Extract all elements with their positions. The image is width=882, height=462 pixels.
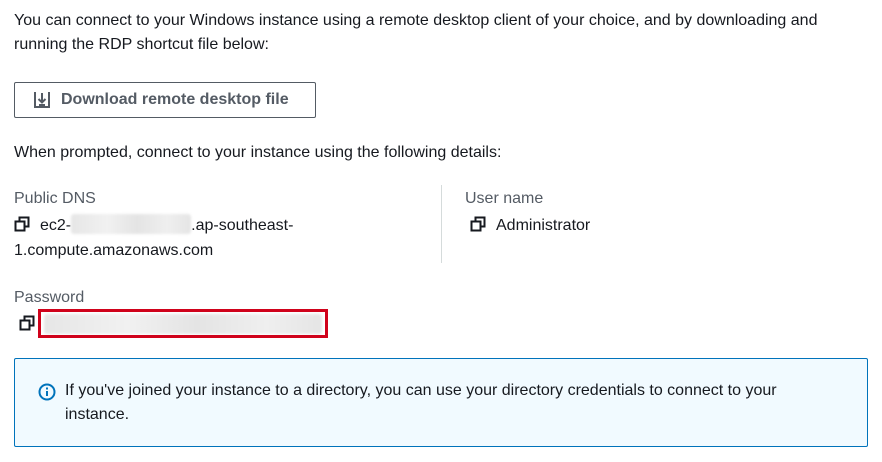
redacted-dns-segment <box>71 214 192 234</box>
public-dns-line2: 1.compute.amazonaws.com <box>14 242 214 259</box>
copy-icon[interactable] <box>14 215 30 232</box>
directory-info-text: If you've joined your instance to a dire… <box>65 382 777 423</box>
download-icon <box>33 91 51 109</box>
user-name-text: Administrator <box>496 217 591 234</box>
directory-info-alert: If you've joined your instance to a dire… <box>14 358 868 447</box>
password-highlight-box <box>38 309 328 338</box>
info-icon <box>38 383 56 401</box>
connection-details-prompt: When prompted, connect to your instance … <box>14 144 502 161</box>
download-remote-desktop-file-button[interactable]: Download remote desktop file <box>14 82 316 118</box>
copy-icon[interactable] <box>470 215 486 232</box>
public-dns-suffix: .ap-southeast- <box>191 217 294 234</box>
download-button-label: Download remote desktop file <box>61 91 289 108</box>
intro-text: You can connect to your Windows instance… <box>14 12 818 53</box>
user-name-value: Administrator <box>470 213 590 238</box>
column-divider <box>441 185 442 263</box>
password-label: Password <box>14 289 85 306</box>
public-dns-value: ec2- .ap-southeast- 1.compute.amazonaws.c… <box>14 213 434 263</box>
public-dns-label: Public DNS <box>14 190 96 207</box>
copy-icon[interactable] <box>19 314 35 331</box>
user-name-label: User name <box>465 190 544 207</box>
public-dns-prefix: ec2- <box>40 217 72 234</box>
